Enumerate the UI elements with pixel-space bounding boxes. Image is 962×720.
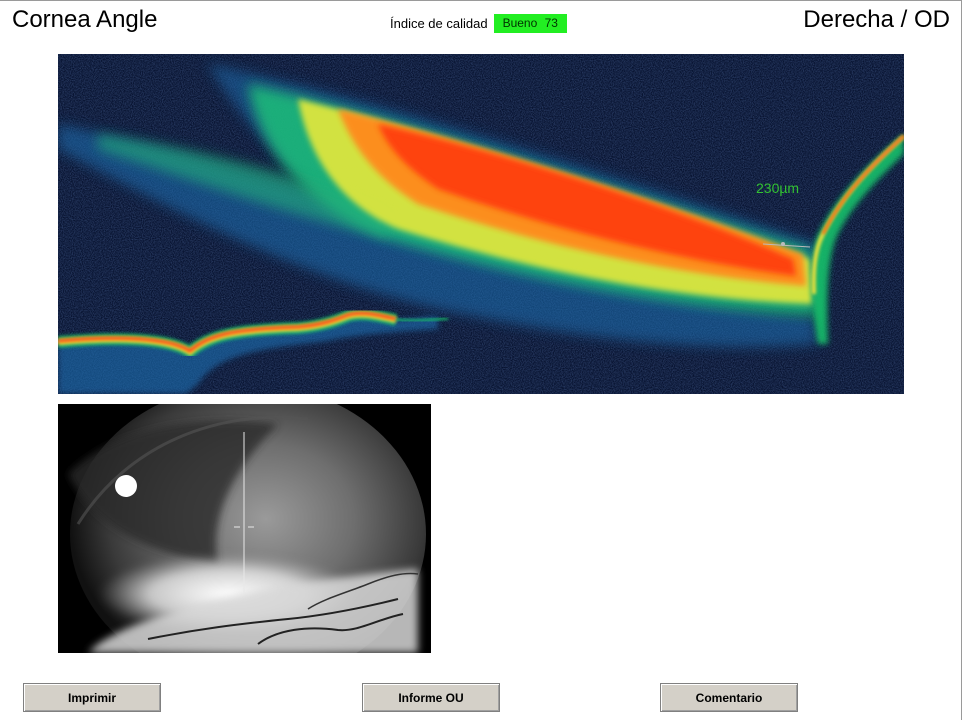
oct-scan-graphic xyxy=(58,54,904,394)
thickness-measurement: 230µm xyxy=(756,180,800,196)
ou-report-button[interactable]: Informe OU xyxy=(362,683,500,712)
comment-button[interactable]: Comentario xyxy=(660,683,798,712)
quality-label: Índice de calidad xyxy=(390,16,488,31)
quality-index: Índice de calidad Bueno 73 xyxy=(390,14,567,33)
eye-label: Derecha / OD xyxy=(803,6,950,33)
print-button[interactable]: Imprimir xyxy=(23,683,161,712)
window-top-border xyxy=(0,0,962,1)
quality-badge: Bueno 73 xyxy=(493,14,567,33)
anterior-segment-graphic xyxy=(58,404,431,653)
oct-scan-image[interactable]: 230µm xyxy=(58,54,904,394)
scan-type-title: Cornea Angle xyxy=(12,6,158,33)
anterior-segment-image[interactable] xyxy=(58,404,431,653)
